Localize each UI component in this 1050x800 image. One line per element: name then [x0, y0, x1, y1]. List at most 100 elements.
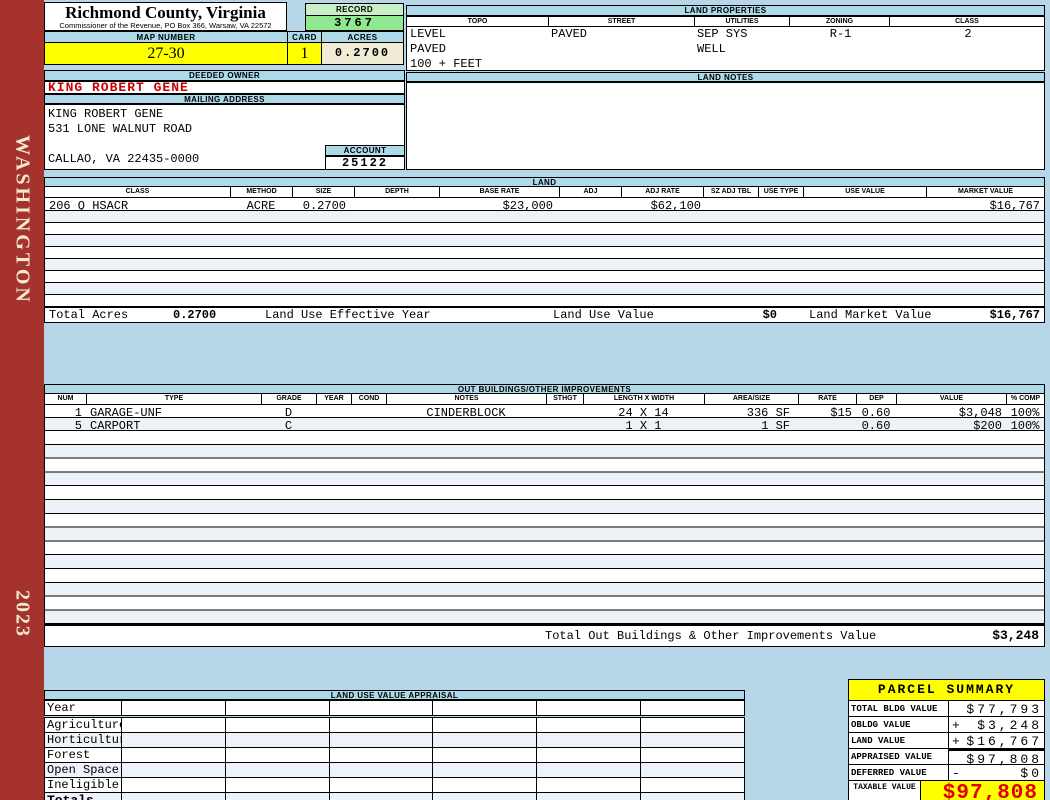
ob-cell-pct-comp: 100%	[1010, 406, 1040, 417]
summary-row: TOTAL BLDG VALUE $77,793	[849, 701, 1044, 717]
summary-row: LAND VALUE + $16,767	[849, 733, 1044, 749]
out-buildings-title: OUT BUILDINGS/OTHER IMPROVEMENTS	[44, 384, 1045, 394]
out-buildings-empty-rows	[44, 431, 1045, 625]
land-use-appraisal-title: LAND USE VALUE APPRAISAL	[44, 690, 745, 700]
land-header-cell: SZ ADJ TBL	[703, 187, 758, 197]
ob-cell-cond	[351, 418, 386, 430]
land-properties-header-cell: UTILITIES	[694, 17, 789, 26]
land-cell-adj-rate: $62,100	[650, 199, 701, 210]
land-header-cell: USE TYPE	[758, 187, 803, 197]
summary-row: APPRAISED VALUE $97,808	[849, 749, 1044, 767]
land-cell-size: 0.2700	[302, 199, 346, 210]
appraisal-row-label: Horticulture	[44, 732, 122, 748]
land-data-row: 206 Q HSACR ACRE 0.2700 $23,000 $62,100 …	[44, 198, 1045, 211]
ob-cell-dep: 0.60	[861, 419, 891, 430]
land-cell-base-rate: $23,000	[502, 199, 553, 210]
land-header-cell: DEPTH	[354, 187, 439, 197]
land-header-cell: METHOD	[230, 187, 292, 197]
land-properties-header-row: TOPO STREET UTILITIES ZONING CLASS	[406, 16, 1045, 27]
land-header-row: CLASS METHOD SIZE DEPTH BASE RATE ADJ AD…	[44, 187, 1045, 198]
street-value: PAVED	[551, 27, 588, 41]
appraisal-row-label: Open Space	[44, 762, 122, 778]
land-properties-title: LAND PROPERTIES	[406, 5, 1045, 16]
ob-cell-length-width: 24 X 14	[618, 406, 669, 417]
land-header-cell: USE VALUE	[803, 187, 926, 197]
taxable-value-row: TAXABLE VALUE $97,808	[849, 781, 1044, 800]
ob-cell-sthgt	[546, 405, 583, 417]
out-buildings-row: 1 GARAGE-UNF D CINDERBLOCK 24 X 14 336 S…	[44, 405, 1045, 418]
ob-cell-rate: $15	[830, 406, 852, 417]
ob-cell-year	[316, 418, 351, 430]
appraisal-row-label: Year	[44, 700, 122, 716]
land-cell-use-type	[758, 198, 803, 210]
district-label: WASHINGTON	[11, 135, 34, 305]
land-cell-adj	[559, 198, 621, 210]
appraisal-row-label: Totals	[44, 792, 122, 800]
ob-cell-notes	[386, 418, 546, 430]
account-label: ACCOUNT	[325, 145, 405, 156]
county-subtitle: Commissioner of the Revenue, PO Box 366,…	[59, 21, 272, 30]
total-acres-value: 0.2700	[173, 308, 217, 322]
out-buildings-total-row: Total Out Buildings & Other Improvements…	[44, 625, 1045, 647]
summary-row-label: OBLDG VALUE	[849, 717, 949, 732]
ob-cell-type: GARAGE-UNF	[90, 406, 163, 417]
land-properties-header-cell: CLASS	[889, 17, 1044, 26]
land-cell-use-value	[803, 198, 926, 210]
ob-cell-value: $3,048	[958, 406, 1002, 417]
ob-cell-rate	[798, 418, 856, 430]
parcel-summary-title: PARCEL SUMMARY	[849, 680, 1044, 701]
ob-header-cell: NOTES	[386, 394, 546, 404]
land-header-cell: CLASS	[125, 188, 150, 195]
mailing-line: KING ROBERT GENE	[48, 107, 164, 121]
taxable-value-amount: $97,808	[942, 782, 1038, 800]
ob-cell-value: $200	[973, 419, 1002, 430]
summary-row-value: + $16,767	[952, 734, 1042, 749]
appraisal-row-label: Forest	[44, 747, 122, 763]
ob-header-cell: GRADE	[261, 394, 316, 404]
land-cell-market-value: $16,767	[989, 199, 1040, 210]
ob-cell-grade: D	[284, 406, 293, 417]
ob-header-cell: LENGTH X WIDTH	[583, 394, 704, 404]
ob-header-cell: VALUE	[896, 394, 1006, 404]
land-properties-header-cell: STREET	[548, 17, 694, 26]
land-cell-method: ACRE	[246, 199, 276, 210]
ob-cell-type: CARPORT	[90, 419, 141, 430]
land-properties-header-cell: ZONING	[789, 17, 889, 26]
total-acres-label: Total Acres	[49, 308, 129, 322]
land-header-cell: BASE RATE	[439, 187, 559, 197]
summary-row-value: $97,808	[949, 749, 1044, 767]
land-empty-rows	[44, 211, 1045, 307]
topo-values: LEVEL PAVED 100 + FEET	[410, 27, 483, 71]
land-use-effective-year-label: Land Use Effective Year	[265, 308, 431, 322]
land-use-appraisal-year-row: Year	[44, 700, 745, 716]
summary-row: DEFERRED VALUE - $0	[849, 765, 1044, 781]
ob-header-cell: DEP	[856, 394, 896, 404]
ob-total-value: $3,248	[992, 628, 1039, 643]
ob-header-cell: % COMP	[1006, 394, 1044, 404]
county-header: Richmond County, Virginia Commissioner o…	[44, 2, 287, 31]
acres-value: 0.2700	[321, 42, 404, 65]
land-header-cell: SIZE	[292, 187, 354, 197]
summary-row-label: DEFERRED VALUE	[849, 765, 949, 780]
summary-row: OBLDG VALUE + $3,248	[849, 717, 1044, 733]
class-value: 2	[964, 27, 972, 41]
taxable-value-label: TAXABLE VALUE	[849, 781, 921, 800]
land-use-appraisal-table: Agriculture Horticulture Forest Open Spa…	[44, 717, 745, 800]
land-properties-values: LEVEL PAVED 100 + FEET PAVED SEP SYS WEL…	[406, 27, 1045, 71]
land-cell-class: 206 Q HSACR	[49, 199, 129, 210]
year-label: 2023	[11, 590, 34, 638]
summary-row-label: APPRAISED VALUE	[849, 749, 949, 764]
mailing-line: 531 LONE WALNUT ROAD	[48, 122, 193, 136]
sidebar: WASHINGTON 2023	[0, 0, 44, 800]
map-number-value: 27-30	[44, 42, 288, 65]
account-value: 25122	[325, 156, 405, 170]
land-header-cell: ADJ	[559, 187, 621, 197]
property-record-card: WASHINGTON 2023 Richmond County, Virgini…	[0, 0, 1050, 800]
ob-header-cell: RATE	[798, 394, 856, 404]
summary-sign: +	[952, 734, 960, 749]
ob-cell-dep: 0.60	[861, 406, 891, 417]
land-properties-header-cell: TOPO	[467, 18, 488, 25]
mailing-address-label: MAILING ADDRESS	[44, 94, 405, 104]
ob-cell-cond	[351, 405, 386, 417]
summary-row-value: $77,793	[966, 702, 1042, 717]
